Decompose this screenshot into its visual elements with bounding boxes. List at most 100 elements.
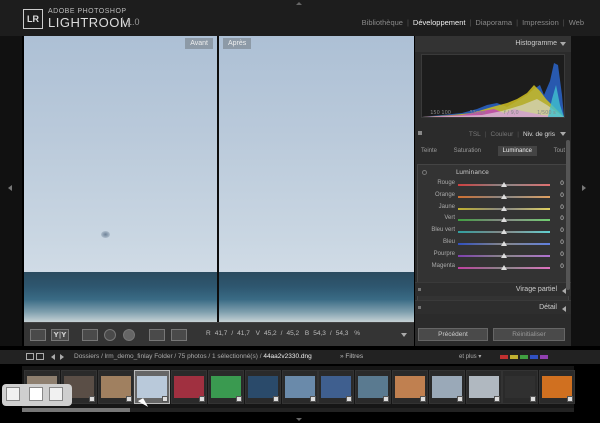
right-panel-scrollbar[interactable] [566,140,570,290]
filmstrip [22,366,576,408]
chevron-down-icon[interactable] [560,42,566,46]
filmstrip-thumbnail[interactable] [208,370,244,404]
thumbnail-image [247,376,278,398]
minimize-view-icon[interactable] [6,387,20,401]
more-text: et plus [459,354,477,360]
subtab-saturation[interactable]: Saturation [454,148,481,154]
spot-removal-icon[interactable] [104,329,116,341]
toolbar-options-chevron-icon[interactable] [401,333,407,337]
path-text: Dossiers / lrm_demo_finlay Folder / 75 p… [74,353,262,360]
photo-sea [219,272,414,322]
photo-before[interactable]: Avant [24,36,217,322]
chevron-left-icon[interactable] [562,306,566,312]
histogram-title: Histogramme [515,40,557,47]
photo-after[interactable]: Après [219,36,414,322]
split-view-icon[interactable] [49,387,63,401]
module-web[interactable]: Web [565,18,588,27]
reset-button[interactable]: Réinitialiser [493,328,565,341]
filmstrip-thumbnail[interactable] [428,370,465,404]
slider-thumb[interactable] [501,217,507,223]
module-impression[interactable]: Impression [518,18,563,27]
color-flag-filter[interactable] [530,355,538,359]
crop-tool-icon[interactable] [82,329,98,341]
filmstrip-thumbnail[interactable] [539,370,576,404]
color-flag-filter[interactable] [540,355,548,359]
luminance-row: Vert 0 [418,214,570,225]
exif-iso: 150 100 [430,110,451,116]
filmstrip-thumbnail[interactable] [97,370,134,404]
filmstrip-thumbnail[interactable] [392,370,428,404]
filmstrip-thumbnail[interactable] [502,370,539,404]
subtab-tout[interactable]: Tout [554,148,565,154]
slider-thumb[interactable] [501,241,507,246]
slider-thumb[interactable] [501,182,507,187]
copy-before-to-after-button[interactable] [149,329,165,341]
readout-b-after: 54,3 [335,330,349,337]
readout-b-before: 54,3 [313,330,326,337]
filmstrip-thumbnail[interactable] [465,370,502,404]
main-window-icon[interactable] [26,353,34,360]
subtab-teinte[interactable]: Teinte [421,148,437,154]
before-after-view-button[interactable]: Y|Y [51,329,69,341]
normal-view-icon[interactable] [29,387,43,401]
histogram-header[interactable]: Histogramme [415,36,571,52]
tab-niv-de-gris[interactable]: Niv. de gris [523,131,555,138]
hsl-subtabs: Teinte Saturation Luminance Tout [417,144,569,157]
before-after-view[interactable]: Avant Après [24,36,414,322]
forward-arrow-icon[interactable] [60,354,64,360]
color-flag-filter[interactable] [500,355,508,359]
slider-thumb[interactable] [501,193,507,199]
module-diaporama[interactable]: Diaporama [471,18,516,27]
filmstrip-thumbnail[interactable] [318,370,355,404]
subtab-luminance[interactable]: Luminance [497,145,538,156]
histogram-graph [422,63,564,117]
module-bibliotheque[interactable]: Bibliothèque [358,18,407,27]
tab-tsl[interactable]: TSL [469,131,481,138]
back-arrow-icon[interactable] [51,354,55,360]
target-adjust-icon[interactable] [422,170,427,175]
second-window-icon[interactable] [36,353,44,360]
readout-r-label: R [206,330,211,337]
slider-thumb[interactable] [501,252,507,258]
top-panel-toggle-icon[interactable] [296,2,302,5]
panel-split-toning[interactable]: Virage partiel [415,282,571,296]
filmstrip-thumbnail[interactable] [171,370,208,404]
color-flag-filter[interactable] [510,355,518,359]
slider-thumb[interactable] [501,205,507,211]
panel-toggle-dot[interactable] [418,306,421,309]
luminance-row: Bleu 0 [418,238,570,249]
filmstrip-source-path[interactable]: Dossiers / lrm_demo_finlay Folder / 75 p… [74,353,312,360]
previous-settings-button[interactable]: Précédent [418,328,488,341]
panel-title: Détail [539,304,557,311]
slider-thumb[interactable] [501,229,507,235]
filmstrip-thumbnail[interactable] [281,370,318,404]
luminance-row: Rouge 0 [418,179,570,190]
slider-value: 0 [560,191,564,199]
slider-value: 0 [560,203,564,211]
left-panel-toggle-icon[interactable] [8,185,12,191]
hsl-panel-tabs: TSL | Couleur | Niv. de gris [415,127,571,141]
thumbnail-image [174,376,205,398]
filmstrip-scrollbar-thumb[interactable] [22,408,130,412]
rating-filter-more[interactable]: et plus ▾ [459,353,481,360]
filmstrip-thumbnail[interactable] [244,370,281,404]
filter-label[interactable]: » Filtres [340,353,363,360]
slider-thumb[interactable] [501,264,507,270]
bottom-panel-toggle-icon[interactable] [296,418,302,421]
red-eye-icon[interactable] [123,329,135,341]
edited-badge-icon [236,396,242,402]
after-label: Après [223,38,252,49]
filmstrip-thumbnail[interactable] [355,370,392,404]
readout-r-after: 41,7 [237,330,250,337]
module-developpement[interactable]: Développement [409,18,470,27]
swap-before-after-button[interactable] [171,329,187,341]
panel-detail[interactable]: Détail [415,300,571,314]
loupe-view-button[interactable] [30,329,46,341]
edited-badge-icon [88,396,95,402]
panel-toggle-dot[interactable] [418,288,421,291]
chevron-down-icon[interactable] [560,132,566,136]
right-panel-toggle-icon[interactable] [582,185,586,191]
before-label: Avant [185,38,213,49]
tab-couleur[interactable]: Couleur [491,131,514,138]
color-flag-filter[interactable] [520,355,528,359]
